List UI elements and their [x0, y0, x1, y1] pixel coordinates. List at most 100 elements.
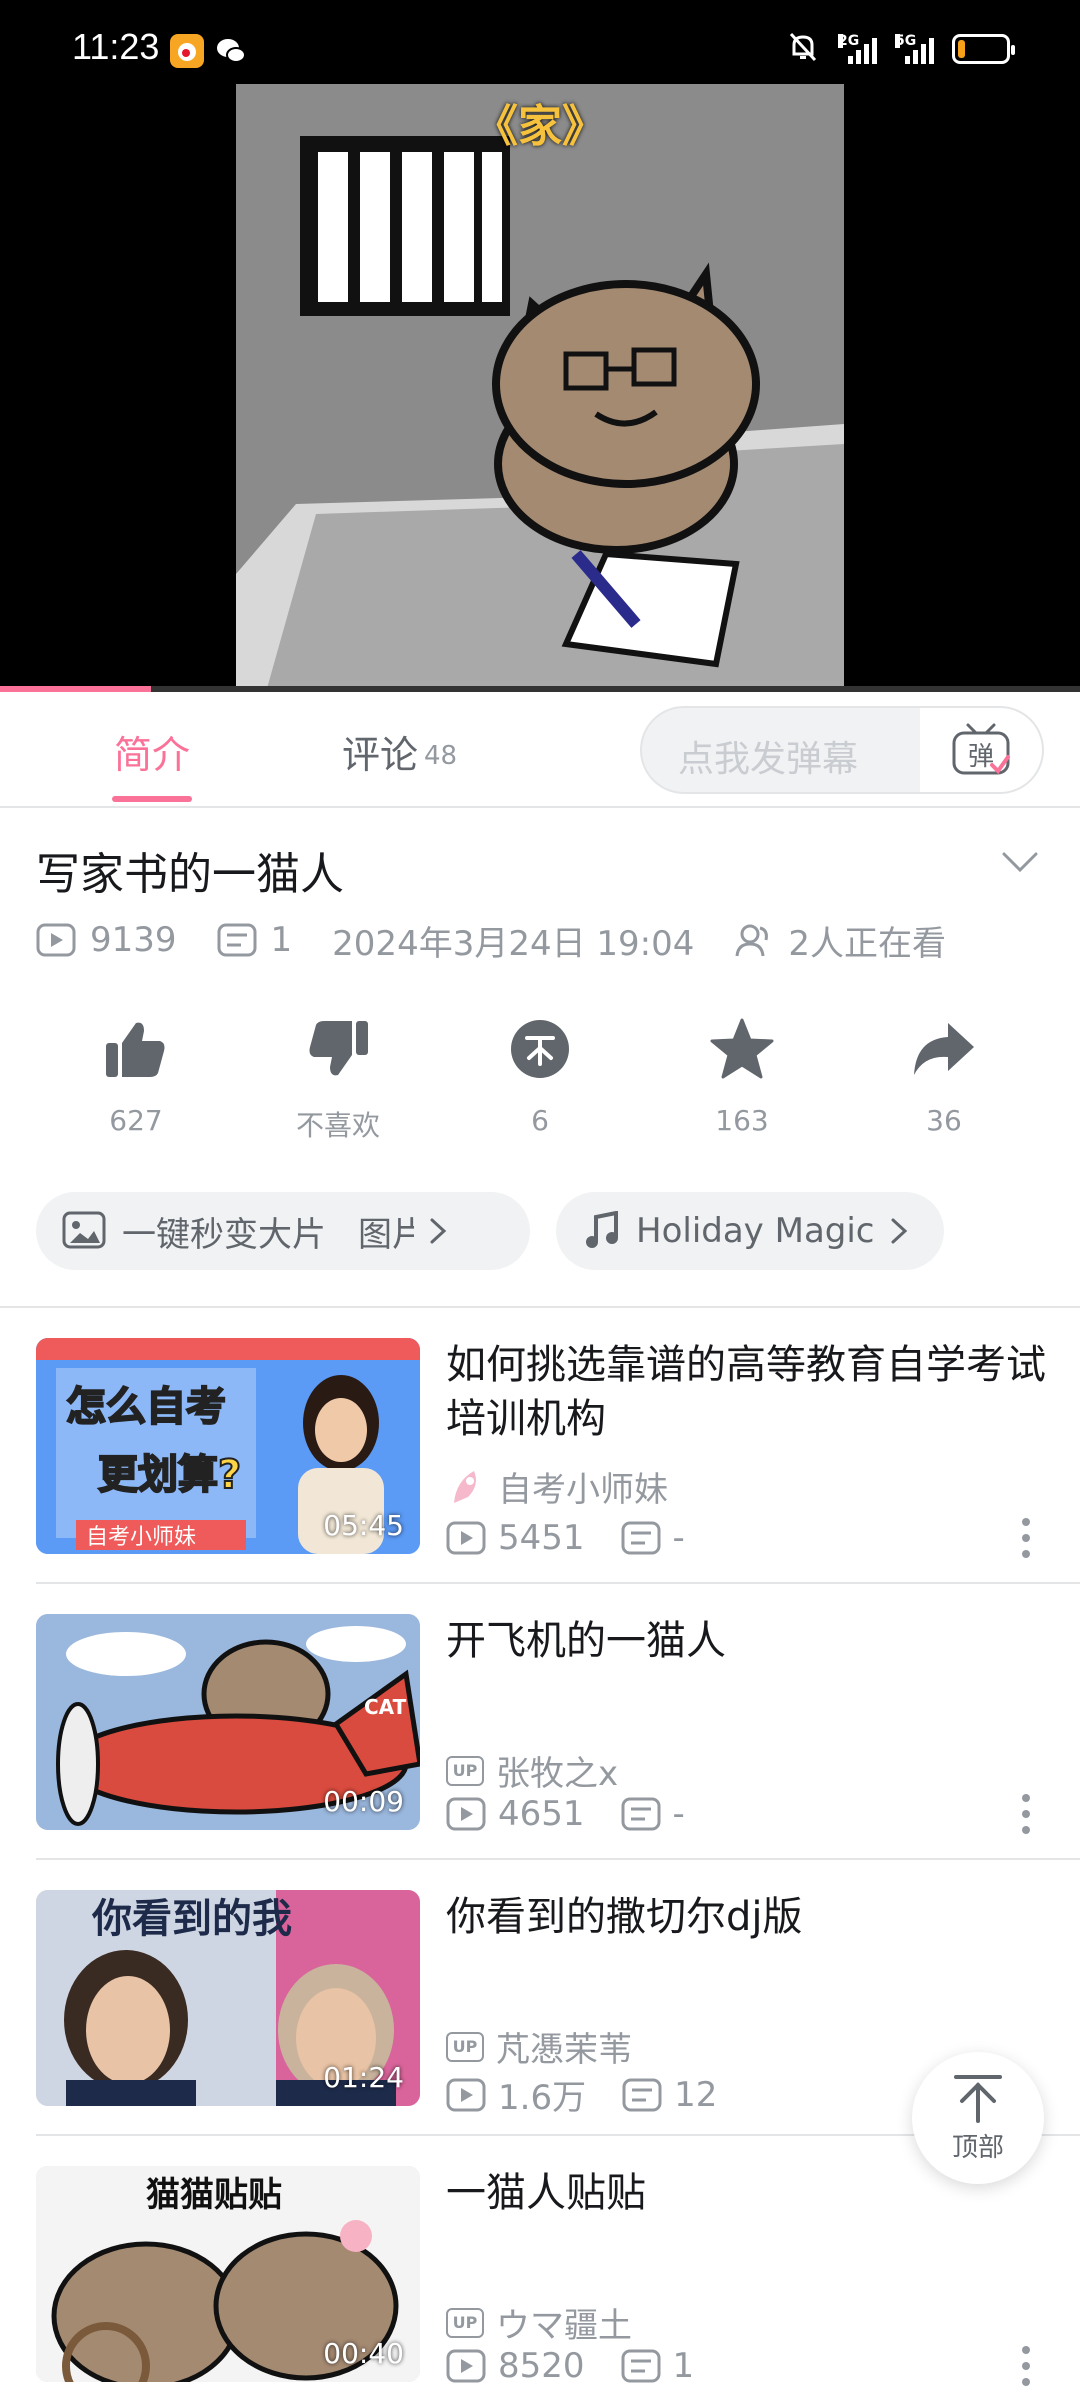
- music-note-icon: [586, 1211, 618, 1248]
- video-thumbnail[interactable]: CAT 00:09: [36, 1614, 420, 1830]
- thumbnail-text: 你看到的我: [91, 1896, 292, 1942]
- expand-chevron-icon[interactable]: [1000, 842, 1040, 882]
- video-author[interactable]: UP ウマ疆土: [446, 2298, 632, 2347]
- mute-icon: [786, 30, 820, 68]
- danmaku-placeholder: 点我发弹幕: [678, 739, 859, 780]
- music-tag-label: Holiday Magic: [636, 1211, 875, 1251]
- thumbnail-text: 猫猫贴贴: [146, 2175, 282, 2215]
- share-button[interactable]: 36: [844, 1016, 1044, 1144]
- coin-icon: [507, 1016, 573, 1082]
- thumbnail-text: 更划算?: [98, 1452, 241, 1498]
- more-options-icon[interactable]: [1020, 1794, 1032, 1834]
- recommended-video-title[interactable]: 你看到的撒切尔dj版: [446, 1890, 1066, 1944]
- danmaku-count: -: [672, 1518, 685, 1558]
- battery-icon: [952, 34, 1015, 64]
- author-name: ウマ疆土: [496, 2306, 632, 2346]
- views-icon: [36, 923, 76, 957]
- signal-icon: 5G: [895, 34, 934, 64]
- watching-icon: [735, 924, 769, 957]
- watching-count: 2人正在看: [788, 923, 947, 964]
- dislike-label: 不喜欢: [295, 1109, 380, 1142]
- tab-intro-underline: [112, 796, 192, 802]
- video-thumbnail[interactable]: 你看到的我 01:24: [36, 1890, 420, 2106]
- tab-intro[interactable]: 简介: [114, 724, 190, 779]
- effect-tag-pill[interactable]: 一键秒变大片 图片: [36, 1192, 530, 1270]
- view-count: 9139: [90, 920, 177, 960]
- recommended-video[interactable]: CAT 00:09 开飞机的一猫人 UP 张牧之x 4651 -: [36, 1614, 1044, 1834]
- video-thumbnail[interactable]: 怎么自考 更划算? 自考小师妹 05:45: [36, 1338, 420, 1554]
- image-effect-icon: [62, 1211, 106, 1249]
- video-author[interactable]: UP 芃慿茉苇: [446, 2022, 632, 2071]
- video-stats: 4651 -: [446, 1794, 685, 1834]
- up-badge: UP: [446, 2031, 484, 2062]
- dislike-button[interactable]: 不喜欢: [238, 1016, 438, 1144]
- share-count: 36: [926, 1104, 962, 1137]
- coin-count: 6: [531, 1104, 549, 1137]
- danmaku-toggle-icon: 弹: [952, 723, 1010, 775]
- dislike-icon: [305, 1016, 371, 1082]
- coin-button[interactable]: 6: [440, 1016, 640, 1144]
- back-to-top-label: 顶部: [951, 2132, 1004, 2163]
- music-tag-pill[interactable]: Holiday Magic: [556, 1192, 944, 1270]
- author-avatar-icon: [454, 1470, 476, 1503]
- video-title: 写家书的一猫人: [36, 849, 344, 900]
- views-icon: [446, 1521, 486, 1555]
- video-stats: 1.6万 12: [446, 2070, 717, 2119]
- favorite-count: 163: [715, 1104, 769, 1137]
- video-stats: 5451 -: [446, 1518, 685, 1558]
- video-duration: 00:09: [323, 1785, 404, 1818]
- favorite-button[interactable]: 163: [642, 1016, 842, 1144]
- video-author[interactable]: UP 张牧之x: [446, 1746, 618, 1795]
- danmaku-input[interactable]: 点我发弹幕 弹: [640, 706, 1044, 794]
- publish-date: 2024年3月24日 19:04: [332, 923, 695, 964]
- danmaku-count-icon: [621, 1797, 661, 1831]
- danmaku-toggle-button[interactable]: 弹: [920, 708, 1042, 792]
- view-count: 5451: [498, 1518, 585, 1558]
- tab-comments[interactable]: 评论 48: [342, 724, 457, 779]
- more-options-icon[interactable]: [1020, 1518, 1032, 1558]
- like-icon: [103, 1016, 169, 1082]
- video-duration: 00:40: [323, 2337, 404, 2370]
- danmaku-count: 12: [674, 2074, 718, 2115]
- status-time: 11:23: [72, 26, 160, 67]
- video-duration: 05:45: [323, 1509, 404, 1542]
- like-button[interactable]: 627: [36, 1016, 236, 1144]
- list-divider: [36, 1582, 1080, 1584]
- tabs-row: 简介 评论 48 点我发弹幕 弹: [0, 692, 1080, 808]
- video-still-image: [236, 84, 844, 692]
- video-thumbnail[interactable]: 猫猫贴贴 00:40: [36, 2166, 420, 2382]
- video-overlay-title: 《家》: [474, 101, 606, 152]
- danmaku-count: -: [672, 1794, 685, 1834]
- views-icon: [446, 1797, 486, 1831]
- status-icons: 2G 5G: [786, 30, 1015, 68]
- video-player[interactable]: 11:23 2G 5G 《家》: [0, 0, 1080, 692]
- recommended-video-title[interactable]: 开飞机的一猫人: [446, 1614, 1066, 1668]
- video-duration: 01:24: [323, 2061, 404, 2094]
- back-to-top-button[interactable]: 顶部: [912, 2052, 1044, 2184]
- more-options-icon[interactable]: [1020, 2346, 1032, 2386]
- arrow-up-icon: [954, 2074, 1002, 2123]
- recommended-video[interactable]: 怎么自考 更划算? 自考小师妹 05:45 如何挑选靠谱的高等教育自学考试培训机…: [36, 1338, 1046, 1558]
- recommended-video-title[interactable]: 如何挑选靠谱的高等教育自学考试培训机构: [446, 1338, 1066, 1446]
- thumbnail-text: 自考小师妹: [86, 1525, 196, 1550]
- views-icon: [446, 2078, 486, 2111]
- recommended-video[interactable]: 猫猫贴贴 00:40 一猫人贴贴 UP ウマ疆土 8520 1: [36, 2166, 1044, 2386]
- view-count: 1.6万: [498, 2078, 587, 2118]
- danmaku-count-icon: [621, 2349, 661, 2383]
- wechat-icon: [214, 34, 248, 68]
- section-divider: [0, 1306, 1080, 1308]
- author-name: 芃慿茉苇: [496, 2030, 632, 2070]
- danmaku-count: 1: [270, 920, 293, 960]
- video-frame[interactable]: 《家》: [236, 84, 844, 692]
- thumbnail-text: 怎么自考: [66, 1384, 226, 1430]
- recommended-video[interactable]: 你看到的我 01:24 你看到的撒切尔dj版 UP 芃慿茉苇 1.6万 12: [36, 1890, 1044, 2118]
- author-name: 自考小师妹: [498, 1470, 668, 1510]
- list-divider: [36, 1858, 1080, 1860]
- video-author[interactable]: 自考小师妹: [446, 1462, 668, 1511]
- up-badge: UP: [446, 2307, 484, 2338]
- video-meta: 9139 1 2024年3月24日 19:04 2人正在看: [36, 918, 947, 964]
- weibo-icon: [170, 34, 204, 68]
- danmaku-count: 1: [672, 2346, 695, 2386]
- views-icon: [446, 2349, 486, 2383]
- effect-tag-label: 一键秒变大片: [122, 1214, 326, 1255]
